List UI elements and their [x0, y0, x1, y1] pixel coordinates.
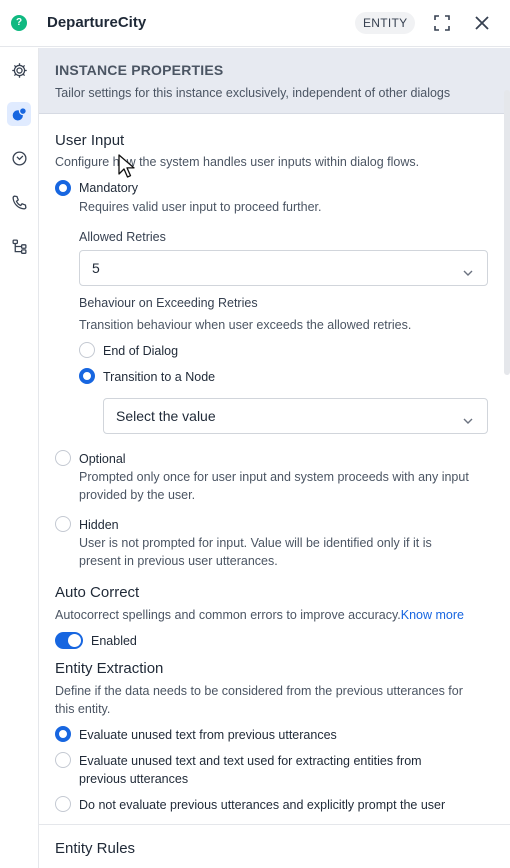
hidden-label: Hidden — [79, 518, 119, 532]
transition-to-node-radio[interactable] — [79, 368, 95, 384]
banner-subtitle: Tailor settings for this instance exclus… — [55, 86, 451, 100]
phone-icon[interactable] — [7, 190, 31, 214]
extraction-option-label: Evaluate unused text and text used for e… — [79, 754, 422, 768]
end-of-dialog-label: End of Dialog — [103, 344, 179, 358]
optional-label: Optional — [79, 452, 126, 466]
expand-icon[interactable] — [432, 13, 452, 33]
gear-icon[interactable] — [7, 58, 31, 82]
chevron-down-icon — [463, 412, 473, 428]
bubbles-icon[interactable] — [7, 102, 31, 126]
transition-to-node-label: Transition to a Node — [103, 370, 216, 384]
extraction-option-label: Do not evaluate previous utterances and … — [79, 798, 446, 812]
sidebar — [0, 48, 39, 868]
auto-correct-description: Autocorrect spellings and common errors … — [55, 608, 401, 622]
instance-properties-banner: INSTANCE PROPERTIES Tailor settings for … — [39, 48, 510, 114]
close-icon[interactable] — [472, 13, 492, 33]
allowed-retries-label: Allowed Retries — [79, 230, 166, 244]
know-more-link[interactable]: Know more — [401, 608, 464, 622]
history-icon[interactable] — [7, 146, 31, 170]
entity-title: DepartureCity — [47, 14, 147, 31]
user-input-heading: User Input — [55, 132, 125, 149]
user-input-description: Configure how the system handles user in… — [55, 155, 420, 169]
hidden-description-line1: User is not prompted for input. Value wi… — [79, 536, 432, 550]
entity-extraction-heading: Entity Extraction — [55, 660, 164, 677]
exceeding-retries-description: Transition behaviour when user exceeds t… — [79, 318, 412, 332]
auto-correct-description-row: Autocorrect spellings and common errors … — [55, 608, 464, 622]
optional-radio[interactable] — [55, 450, 71, 466]
end-of-dialog-radio[interactable] — [79, 342, 95, 358]
auto-correct-toggle-label: Enabled — [91, 634, 137, 648]
banner-title: INSTANCE PROPERTIES — [55, 62, 224, 78]
entity-rules-heading: Entity Rules — [55, 840, 136, 857]
chevron-down-icon — [463, 264, 473, 280]
extraction-option-label: Evaluate unused text from previous utter… — [79, 728, 337, 742]
exceeding-retries-label: Behaviour on Exceeding Retries — [79, 296, 258, 310]
mouse-cursor-icon — [118, 154, 136, 185]
toggle-knob — [68, 634, 81, 647]
node-select[interactable]: Select the value — [103, 398, 488, 434]
extraction-option-label-line2: previous utterances — [79, 772, 189, 786]
auto-correct-toggle[interactable] — [55, 632, 83, 649]
chat-bubble-icon: ? — [11, 15, 27, 31]
scrollbar[interactable] — [504, 90, 510, 375]
allowed-retries-select[interactable]: 5 — [79, 250, 488, 286]
hidden-radio[interactable] — [55, 516, 71, 532]
extraction-option-radio[interactable] — [55, 752, 71, 768]
entity-extraction-description-line2: this entity. — [55, 702, 111, 716]
flow-icon[interactable] — [7, 234, 31, 258]
top-bar: ? DepartureCity ENTITY — [0, 0, 510, 47]
mandatory-radio[interactable] — [55, 180, 71, 196]
section-divider — [39, 824, 510, 825]
mandatory-description: Requires valid user input to proceed fur… — [79, 200, 322, 214]
optional-description-line1: Prompted only once for user input and sy… — [79, 470, 469, 484]
node-select-placeholder: Select the value — [116, 408, 216, 424]
extraction-option-radio[interactable] — [55, 726, 71, 742]
entity-type-badge: ENTITY — [355, 12, 416, 34]
entity-extraction-description-line1: Define if the data needs to be considere… — [55, 684, 463, 698]
hidden-description-line2: present in previous user utterances. — [79, 554, 278, 568]
allowed-retries-value: 5 — [92, 260, 100, 276]
extraction-option-radio[interactable] — [55, 796, 71, 812]
optional-description-line2: provided by the user. — [79, 488, 196, 502]
auto-correct-heading: Auto Correct — [55, 584, 140, 601]
